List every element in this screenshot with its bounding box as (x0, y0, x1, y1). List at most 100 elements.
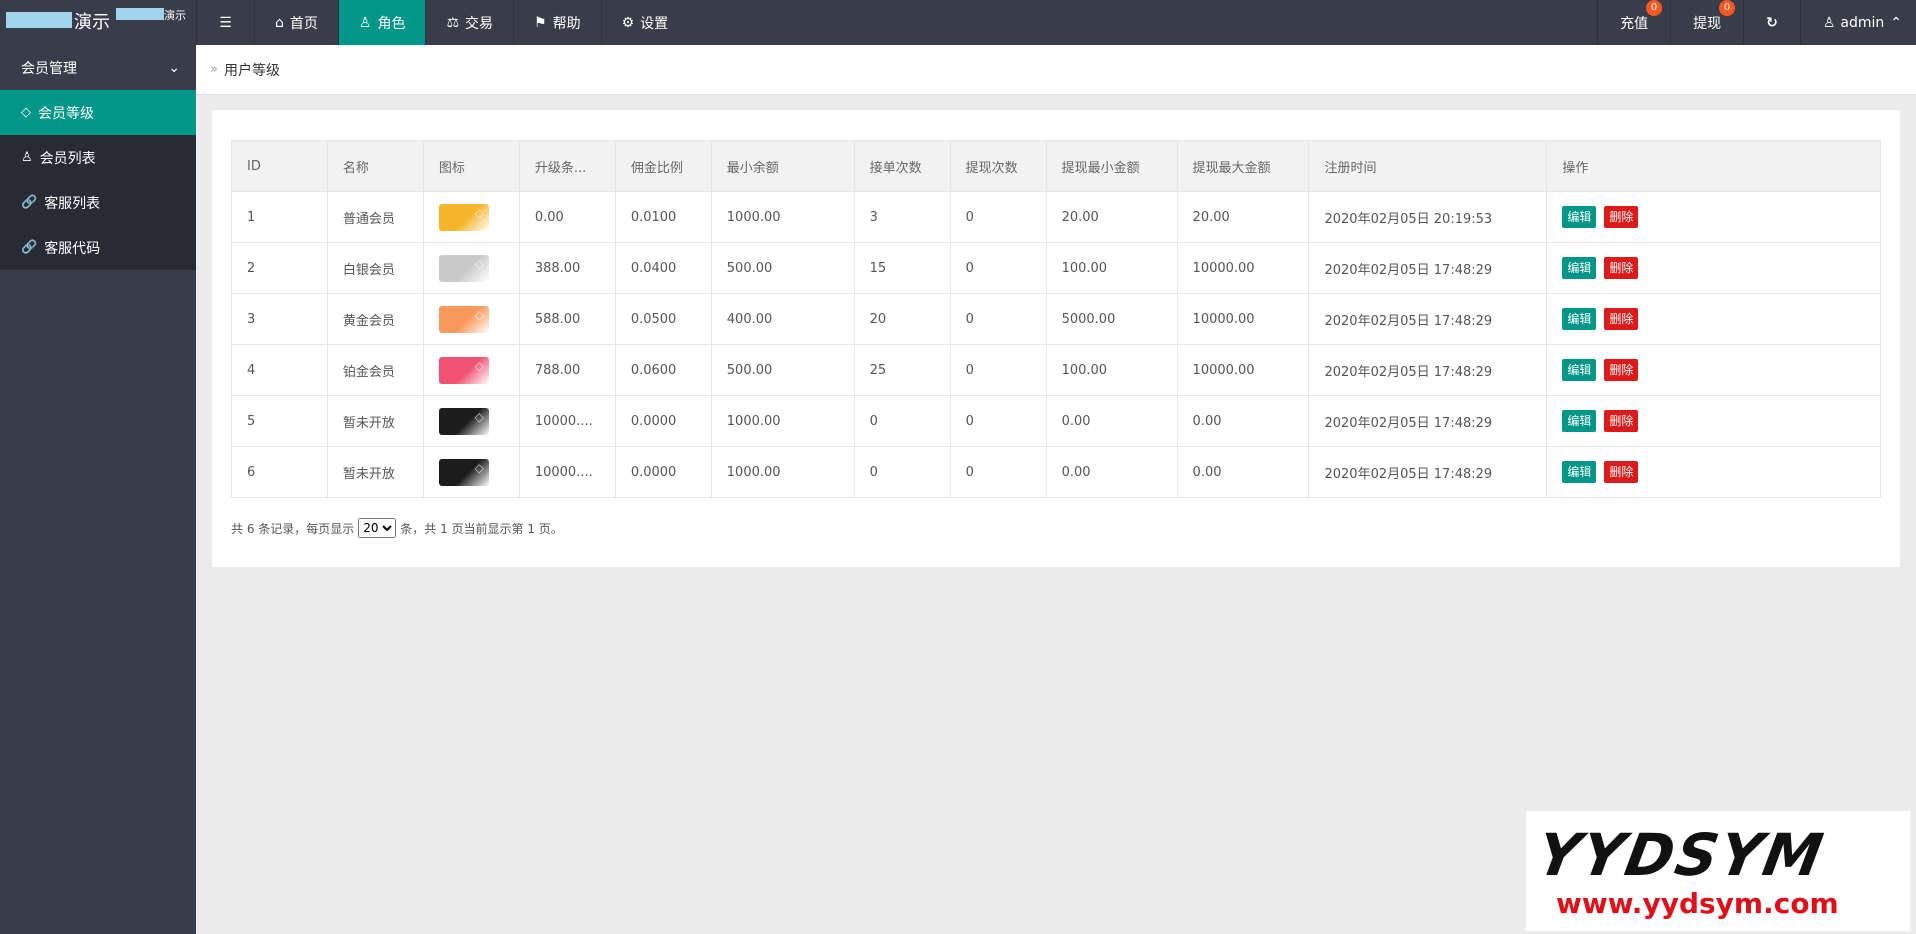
cell-id: 3 (231, 293, 328, 345)
delete-button[interactable]: 删除 (1604, 359, 1639, 381)
main-nav: ☰ ⌂ 首页 ♙ 角色 ⚖ 交易 ⚑ 帮助 ⚙ 设置 (196, 0, 688, 45)
cell-name: 普通会员 (326, 191, 424, 243)
cell-withdraw-times: 0 (949, 191, 1047, 243)
sidebar-item-member-list[interactable]: ♙ 会员列表 (0, 135, 196, 180)
column-header: 图标 (422, 140, 520, 192)
cell-upgrade: 388.00 (518, 242, 616, 294)
content-card: ID 名称 图标 升级条... 佣金比例 最小余额 接单次数 提现次数 提现最小… (212, 110, 1900, 567)
cell-commission: 0.0400 (614, 242, 712, 294)
sidebar-item-label: 会员等级 (38, 105, 94, 122)
column-header: 最小余额 (710, 140, 855, 192)
cell-min-balance: 500.00 (710, 344, 855, 396)
sidebar-item-member-level[interactable]: ◇ 会员等级 (0, 90, 196, 135)
level-icon-cell (422, 344, 520, 396)
nav-item-help[interactable]: ⚑ 帮助 (513, 0, 601, 45)
cell-commission: 0.0500 (614, 293, 712, 345)
sidebar-item-label: 客服列表 (44, 195, 101, 212)
watermark-brand: YYDSYM (1532, 821, 1830, 889)
cell-reg-time: 2020年02月05日 17:48:29 (1308, 293, 1548, 345)
sidebar-group-member-management[interactable]: 会员管理 ⌄ (0, 45, 196, 90)
level-icon-cell (422, 395, 520, 447)
cell-orders: 20 (853, 293, 951, 345)
cell-orders: 25 (853, 344, 951, 396)
recharge-label: 充值 (1620, 15, 1649, 32)
sidebar-item-service-list[interactable]: 🔗 客服列表 (0, 180, 196, 225)
nav-item-label: 交易 (465, 15, 494, 32)
header-right: 充值 0 提现 0 ↻ ♙ admin ⌃ (1597, 0, 1916, 45)
chevron-down-icon: ⌄ (168, 59, 180, 76)
cell-commission: 0.0600 (614, 344, 712, 396)
top-header: 演示 演示 ☰ ⌂ 首页 ♙ 角色 ⚖ 交易 ⚑ 帮助 ⚙ 设置 充值 0 提现… (0, 0, 1916, 45)
user-menu[interactable]: ♙ admin ⌃ (1799, 0, 1916, 45)
breadcrumb-current: 用户等级 (223, 62, 280, 79)
cell-withdraw-max: 10000.00 (1176, 293, 1310, 345)
withdraw-count-badge: 0 (1719, 0, 1736, 16)
sidebar-item-label: 会员列表 (39, 150, 96, 167)
table-row: 5暂未开放10000....0.00001000.00000.000.00202… (231, 395, 1881, 447)
cell-id: 2 (231, 242, 328, 294)
cell-commission: 0.0100 (614, 191, 712, 243)
delete-button[interactable]: 删除 (1604, 410, 1639, 432)
nav-item-home[interactable]: ⌂ 首页 (254, 0, 338, 45)
level-icon-cell (422, 242, 520, 294)
nav-item-label: 设置 (640, 15, 669, 32)
withdraw-button[interactable]: 提现 0 (1670, 0, 1743, 45)
cell-withdraw-times: 0 (949, 293, 1047, 345)
cell-min-balance: 500.00 (710, 242, 855, 294)
sidebar-item-service-code[interactable]: 🔗 客服代码 (0, 225, 196, 270)
actions-cell: 编辑 删除 (1546, 395, 1881, 447)
cell-withdraw-min: 100.00 (1045, 242, 1178, 294)
edit-button[interactable]: 编辑 (1562, 359, 1597, 381)
sidebar-group-label: 会员管理 (21, 60, 77, 77)
level-icon-cell (422, 191, 520, 243)
cell-withdraw-min: 100.00 (1045, 344, 1178, 396)
cell-min-balance: 400.00 (710, 293, 855, 345)
nav-item-role[interactable]: ♙ 角色 (337, 0, 426, 45)
cell-withdraw-min: 5000.00 (1045, 293, 1178, 345)
edit-button[interactable]: 编辑 (1562, 308, 1597, 330)
delete-button[interactable]: 删除 (1604, 461, 1639, 483)
user-icon: ♙ (21, 150, 33, 165)
cell-name: 铂金会员 (326, 344, 424, 396)
logo-text: 演示 (74, 12, 110, 33)
delete-button[interactable]: 删除 (1604, 308, 1639, 330)
column-header: 提现次数 (949, 140, 1047, 192)
cell-withdraw-min: 0.00 (1045, 446, 1178, 498)
diamond-icon: ◇ (21, 105, 31, 120)
sidebar-item-label: 客服代码 (44, 240, 101, 257)
delete-button[interactable]: 删除 (1604, 206, 1639, 228)
column-header: 接单次数 (853, 140, 951, 192)
nav-item-label: 角色 (377, 15, 406, 32)
level-card-icon (438, 254, 489, 282)
cell-id: 4 (231, 344, 328, 396)
edit-button[interactable]: 编辑 (1562, 461, 1597, 483)
logo-text-small: 演示 (164, 9, 186, 22)
recharge-button[interactable]: 充值 0 (1597, 0, 1670, 45)
cell-upgrade: 788.00 (518, 344, 616, 396)
actions-cell: 编辑 删除 (1546, 446, 1881, 498)
cell-orders: 3 (853, 191, 951, 243)
level-card-icon (438, 305, 489, 333)
edit-button[interactable]: 编辑 (1562, 257, 1597, 279)
menu-toggle-button[interactable]: ☰ (196, 0, 254, 45)
cell-upgrade: 10000.... (518, 446, 616, 498)
table-row: 3黄金会员 588.000.0500400.002005000.0010000.0… (231, 293, 1881, 345)
cell-withdraw-min: 0.00 (1045, 395, 1178, 447)
cell-withdraw-max: 20.00 (1176, 191, 1310, 243)
refresh-button[interactable]: ↻ (1743, 0, 1800, 45)
logo-redacted-block-small (116, 8, 164, 20)
cell-name: 白银会员 (326, 242, 424, 294)
nav-item-settings[interactable]: ⚙ 设置 (600, 0, 689, 45)
cell-name: 暂未开放 (326, 395, 424, 447)
page-size-select[interactable]: 10203050 (358, 518, 397, 538)
link-icon: 🔗 (21, 195, 38, 210)
cell-min-balance: 1000.00 (710, 395, 855, 447)
cell-id: 5 (231, 395, 328, 447)
delete-button[interactable]: 删除 (1604, 257, 1639, 279)
nav-item-trade[interactable]: ⚖ 交易 (425, 0, 513, 45)
cell-withdraw-times: 0 (949, 344, 1047, 396)
sidebar: 会员管理 ⌄ ◇ 会员等级 ♙ 会员列表 🔗 客服列表 🔗 客服代码 (0, 45, 196, 934)
edit-button[interactable]: 编辑 (1562, 206, 1597, 228)
nav-item-label: 首页 (289, 15, 318, 32)
edit-button[interactable]: 编辑 (1562, 410, 1597, 432)
